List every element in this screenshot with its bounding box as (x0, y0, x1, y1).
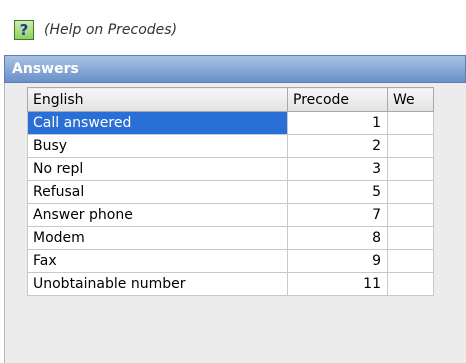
answer-weight-cell[interactable] (387, 111, 434, 135)
answer-weight-cell[interactable] (387, 226, 434, 250)
answer-english-cell[interactable]: Busy (27, 134, 288, 158)
answer-precode-cell[interactable]: 5 (287, 180, 388, 204)
answer-precode-cell[interactable]: 1 (287, 111, 388, 135)
table-row[interactable]: Fax 9 (27, 249, 434, 273)
answer-precode-cell[interactable]: 7 (287, 203, 388, 227)
answer-english-cell[interactable]: Fax (27, 249, 288, 273)
table-row[interactable]: Refusal 5 (27, 180, 434, 204)
answers-grid-area: English Precode We Call answered 1 Busy … (4, 83, 466, 363)
help-row: ? (Help on Precodes) (14, 19, 177, 41)
answer-english-cell[interactable]: Answer phone (27, 203, 288, 227)
table-row[interactable]: No repl 3 (27, 157, 434, 181)
answer-english-cell[interactable]: Call answered (27, 111, 288, 135)
table-header-row: English Precode We (27, 87, 434, 112)
column-header-weight[interactable]: We (387, 87, 434, 112)
answer-weight-cell[interactable] (387, 134, 434, 158)
table-row[interactable]: Busy 2 (27, 134, 434, 158)
column-header-english[interactable]: English (27, 87, 288, 112)
answer-weight-cell[interactable] (387, 203, 434, 227)
table-row[interactable]: Modem 8 (27, 226, 434, 250)
answer-weight-cell[interactable] (387, 272, 434, 296)
answer-english-cell[interactable]: Unobtainable number (27, 272, 288, 296)
answer-weight-cell[interactable] (387, 157, 434, 181)
answer-precode-cell[interactable]: 8 (287, 226, 388, 250)
answer-precode-cell[interactable]: 3 (287, 157, 388, 181)
answer-english-cell[interactable]: No repl (27, 157, 288, 181)
answer-precode-cell[interactable]: 2 (287, 134, 388, 158)
table-row[interactable]: Answer phone 7 (27, 203, 434, 227)
answer-weight-cell[interactable] (387, 180, 434, 204)
answer-weight-cell[interactable] (387, 249, 434, 273)
answer-precode-cell[interactable]: 9 (287, 249, 388, 273)
answers-table: English Precode We Call answered 1 Busy … (27, 87, 434, 296)
answers-panel: Answers English Precode We Call answered… (4, 55, 466, 363)
answers-panel-title: Answers (4, 55, 466, 83)
column-header-precode[interactable]: Precode (287, 87, 388, 112)
answer-precode-cell[interactable]: 11 (287, 272, 388, 296)
answer-english-cell[interactable]: Refusal (27, 180, 288, 204)
help-on-precodes-link[interactable]: (Help on Precodes) (44, 22, 177, 38)
table-row[interactable]: Call answered 1 (27, 111, 434, 135)
table-row[interactable]: Unobtainable number 11 (27, 272, 434, 296)
help-question-icon[interactable]: ? (14, 20, 34, 40)
answer-english-cell[interactable]: Modem (27, 226, 288, 250)
